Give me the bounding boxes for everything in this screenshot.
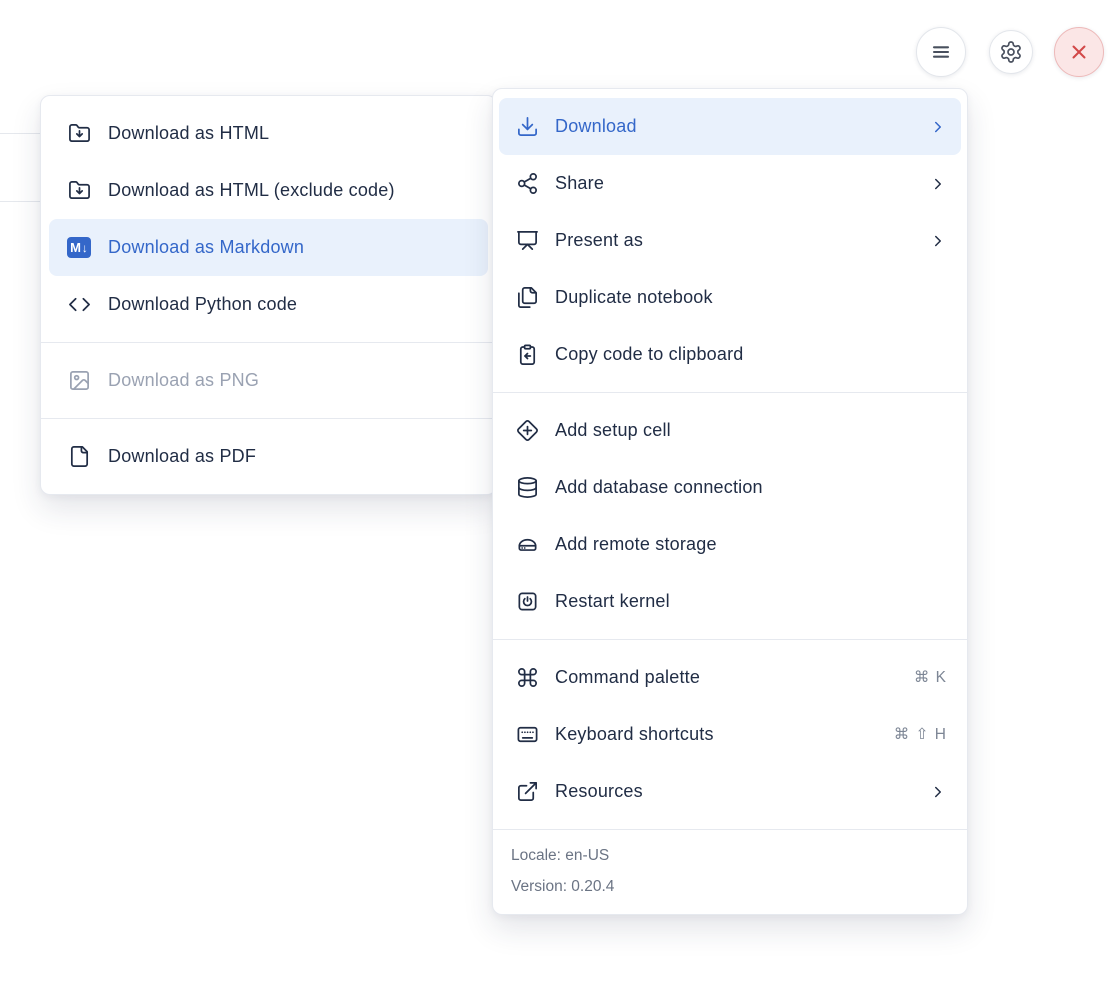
keyboard-icon [515, 723, 539, 747]
menu-item-label: Copy code to clipboard [555, 344, 947, 365]
menu-item-label: Command palette [555, 667, 898, 688]
menu-item-add-setup-cell[interactable]: Add setup cell [499, 402, 961, 459]
menu-item-share[interactable]: Share [499, 155, 961, 212]
power-icon [515, 590, 539, 614]
menu-item-download-as-markdown[interactable]: M↓ Download as Markdown [49, 219, 488, 276]
share-icon [515, 172, 539, 196]
menu-footer: Locale: en-US Version: 0.20.4 [493, 829, 967, 914]
folder-download-icon [67, 179, 91, 203]
menu-item-download-as-png: Download as PNG [49, 352, 488, 409]
markdown-icon: M↓ [67, 236, 91, 260]
chevron-right-icon [929, 232, 947, 250]
menu-item-resources[interactable]: Resources [499, 763, 961, 820]
external-link-icon [515, 780, 539, 804]
background-cell-border [0, 133, 40, 134]
notebook-menu: Download Share Present as Duplicate noteboo… [492, 88, 968, 915]
command-icon [515, 666, 539, 690]
menu-group: Download as PDF [41, 419, 496, 494]
menu-item-add-database-connection[interactable]: Add database connection [499, 459, 961, 516]
download-icon [515, 115, 539, 139]
shutdown-button[interactable] [1054, 27, 1104, 77]
menu-item-download[interactable]: Download [499, 98, 961, 155]
notebook-menu-button[interactable] [916, 27, 966, 77]
diamond-plus-icon [515, 419, 539, 443]
menu-item-label: Share [555, 173, 913, 194]
menu-item-label: Download as HTML [108, 123, 474, 144]
close-icon [1067, 40, 1091, 64]
menu-item-label: Duplicate notebook [555, 287, 947, 308]
menu-group: Download as HTML Download as HTML (exclud… [41, 96, 496, 342]
menu-item-duplicate-notebook[interactable]: Duplicate notebook [499, 269, 961, 326]
menu-item-label: Resources [555, 781, 913, 802]
menu-items-container: Download Share Present as Duplicate noteboo… [493, 89, 967, 829]
background-cell-border [0, 201, 40, 202]
menu-item-copy-code-to-clipboard[interactable]: Copy code to clipboard [499, 326, 961, 383]
menu-item-label: Download as HTML (exclude code) [108, 180, 474, 201]
folder-download-icon [67, 122, 91, 146]
menu-item-download-as-pdf[interactable]: Download as PDF [49, 428, 488, 485]
menu-item-label: Download [555, 116, 913, 137]
shortcut-hint: ⌘ ⇧ H [894, 725, 947, 744]
menu-item-present-as[interactable]: Present as [499, 212, 961, 269]
menu-group: Add setup cell Add database connection Add… [493, 393, 967, 639]
menu-group: Download as PNG [41, 343, 496, 418]
code-icon [67, 293, 91, 317]
menu-item-label: Restart kernel [555, 591, 947, 612]
hard-drive-icon [515, 533, 539, 557]
menu-item-download-as-html[interactable]: Download as HTML [49, 105, 488, 162]
download-submenu: Download as HTML Download as HTML (exclud… [40, 95, 497, 495]
locale-text: Locale: en-US [511, 840, 949, 871]
gear-icon [999, 40, 1023, 64]
menu-item-label: Download as Markdown [108, 237, 474, 258]
menu-item-add-remote-storage[interactable]: Add remote storage [499, 516, 961, 573]
menu-item-download-as-html-exclude-code[interactable]: Download as HTML (exclude code) [49, 162, 488, 219]
file-icon [67, 445, 91, 469]
menu-group: Download Share Present as Duplicate noteboo… [493, 89, 967, 392]
shortcut-hint: ⌘ K [914, 668, 947, 687]
menu-item-label: Add remote storage [555, 534, 947, 555]
image-icon [67, 369, 91, 393]
chevron-right-icon [929, 175, 947, 193]
settings-button[interactable] [989, 30, 1033, 74]
hamburger-icon [929, 40, 953, 64]
menu-item-label: Keyboard shortcuts [555, 724, 878, 745]
menu-item-restart-kernel[interactable]: Restart kernel [499, 573, 961, 630]
presentation-icon [515, 229, 539, 253]
database-icon [515, 476, 539, 500]
menu-item-label: Download as PNG [108, 370, 474, 391]
menu-item-label: Present as [555, 230, 913, 251]
menu-group: Command palette ⌘ K Keyboard shortcuts ⌘ ⇧ … [493, 640, 967, 829]
duplicate-icon [515, 286, 539, 310]
version-text: Version: 0.20.4 [511, 871, 949, 902]
menu-item-label: Download as PDF [108, 446, 474, 467]
menu-item-command-palette[interactable]: Command palette ⌘ K [499, 649, 961, 706]
menu-item-label: Add database connection [555, 477, 947, 498]
app-canvas: Download as HTML Download as HTML (exclud… [0, 0, 1118, 984]
menu-item-label: Download Python code [108, 294, 474, 315]
menu-item-label: Add setup cell [555, 420, 947, 441]
menu-item-download-python-code[interactable]: Download Python code [49, 276, 488, 333]
chevron-right-icon [929, 783, 947, 801]
chevron-right-icon [929, 118, 947, 136]
clipboard-copy-icon [515, 343, 539, 367]
menu-item-keyboard-shortcuts[interactable]: Keyboard shortcuts ⌘ ⇧ H [499, 706, 961, 763]
